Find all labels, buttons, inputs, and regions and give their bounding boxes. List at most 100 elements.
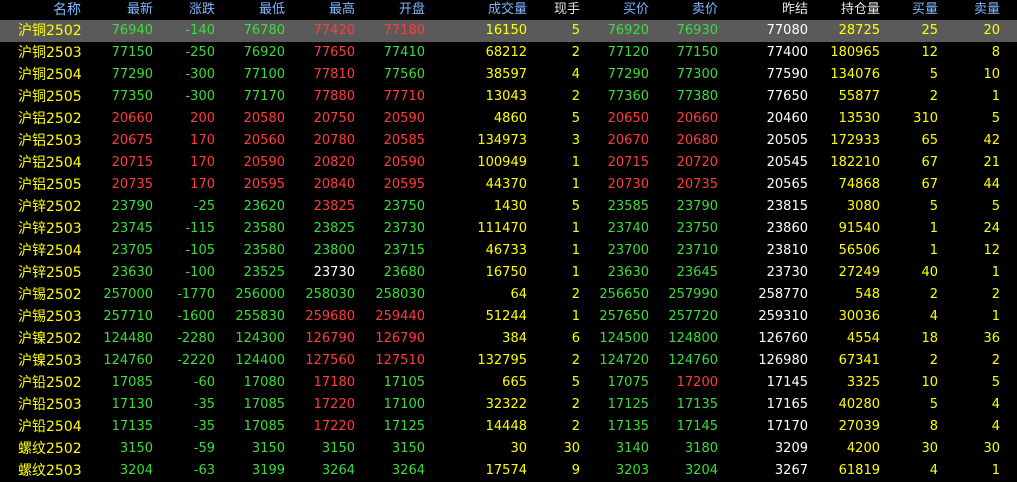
cell-prev-settle: 23810	[766, 243, 808, 258]
cell-high: 3150	[321, 441, 355, 456]
table-row[interactable]: 螺纹2502 3150 -59 3150 3150 3150 30 30 3140 3180 320…	[0, 438, 1017, 460]
cell-bid-vol: 2	[929, 353, 938, 368]
table-row[interactable]: 沪铝2505 20735 170 20595 20840 20595 44370 1 20730…	[0, 174, 1017, 196]
col-header-open[interactable]: 开盘	[355, 0, 425, 20]
cell-current-vol: 9	[571, 463, 580, 478]
cell-bid: 124720	[599, 353, 649, 368]
cell-prev-settle: 3267	[774, 463, 808, 478]
cell-bid-vol: 310	[913, 111, 938, 126]
table-row[interactable]: 沪镍2503 124760 -2220 124400 127560 127510 13279…	[0, 350, 1017, 372]
cell-ask: 124800	[668, 331, 718, 346]
table-row[interactable]: 沪锌2504 23705 -105 23580 23800 23715 46733 1 2370…	[0, 240, 1017, 262]
cell-prev-settle: 17145	[766, 375, 808, 390]
table-row[interactable]: 螺纹2503 3204 -63 3199 3264 3264 17574 9 3203 3204 3…	[0, 460, 1017, 482]
cell-open-interest: 67341	[838, 353, 880, 368]
cell-low: 124300	[235, 331, 285, 346]
table-row[interactable]: 沪锌2505 23630 -100 23525 23730 23680 16750 1 2363…	[0, 262, 1017, 284]
cell-bid: 17125	[607, 397, 649, 412]
cell-bid-vol: 5	[929, 397, 938, 412]
col-header-name[interactable]: 名称	[0, 0, 85, 20]
table-row[interactable]: 沪铜2502 76940 -140 76780 77420 77180 16150 5 7692…	[0, 20, 1017, 42]
cell-prev-settle: 3209	[774, 441, 808, 456]
cell-prev-settle: 20545	[766, 155, 808, 170]
cell-volume: 38597	[485, 67, 527, 82]
col-header-ask-vol[interactable]: 卖量	[938, 0, 1000, 20]
table-row[interactable]: 沪锡2502 257000 -1770 256000 258030 258030 64 2 25…	[0, 284, 1017, 306]
table-row[interactable]: 沪镍2502 124480 -2280 124300 126790 126790 384 6 1…	[0, 328, 1017, 350]
cell-low: 23620	[243, 199, 285, 214]
cell-volume: 51244	[485, 309, 527, 324]
cell-ask: 20720	[676, 155, 718, 170]
cell-ask: 3204	[684, 463, 718, 478]
cell-ask-vol: 36	[983, 331, 1000, 346]
table-row[interactable]: 沪铜2505 77350 -300 77170 77880 77710 13043 2 7736…	[0, 86, 1017, 108]
cell-current-vol: 6	[571, 331, 580, 346]
col-header-prev-settle[interactable]: 昨结	[718, 0, 808, 20]
cell-low: 3150	[251, 441, 285, 456]
cell-open: 3264	[391, 463, 425, 478]
cell-low: 76920	[243, 45, 285, 60]
cell-bid-vol: 4	[929, 463, 938, 478]
cell-last: 77350	[111, 89, 153, 104]
cell-change: 200	[190, 111, 215, 126]
col-header-bid-vol[interactable]: 买量	[880, 0, 938, 20]
cell-change: -300	[185, 89, 215, 104]
cell-high: 77810	[313, 67, 355, 82]
col-header-change[interactable]: 涨跌	[153, 0, 215, 20]
cell-open-interest: 61819	[838, 463, 880, 478]
cell-name: 沪铅2503	[18, 397, 82, 413]
cell-ask-vol: 20	[983, 23, 1000, 38]
col-header-current-vol[interactable]: 现手	[527, 0, 580, 20]
col-header-last[interactable]: 最新	[85, 0, 153, 20]
table-row[interactable]: 沪锡2503 257710 -1600 255830 259680 259440 51244…	[0, 306, 1017, 328]
cell-current-vol: 2	[571, 419, 580, 434]
col-header-volume[interactable]: 成交量	[425, 0, 527, 20]
cell-name: 沪锌2502	[18, 199, 82, 215]
cell-last: 20735	[111, 177, 153, 192]
table-row[interactable]: 沪铜2504 77290 -300 77100 77810 77560 38597 4 7729…	[0, 64, 1017, 86]
cell-name: 沪铅2504	[18, 419, 82, 435]
cell-open: 259440	[375, 309, 425, 324]
cell-volume: 665	[502, 375, 527, 390]
cell-high: 23825	[313, 199, 355, 214]
cell-prev-settle: 17165	[766, 397, 808, 412]
cell-open-interest: 172933	[830, 133, 880, 148]
table-row[interactable]: 沪铅2503 17130 -35 17085 17220 17100 32322 2 17125…	[0, 394, 1017, 416]
cell-name: 沪铝2504	[18, 155, 82, 171]
cell-low: 77170	[243, 89, 285, 104]
cell-bid: 77290	[607, 67, 649, 82]
table-row[interactable]: 沪铝2502 20660 200 20580 20750 20590 4860 5 20650 2…	[0, 108, 1017, 130]
cell-current-vol: 1	[571, 265, 580, 280]
cell-high: 20840	[313, 177, 355, 192]
col-header-high[interactable]: 最高	[285, 0, 355, 20]
col-header-open-interest[interactable]: 持仓量	[808, 0, 880, 20]
col-header-ask[interactable]: 卖价	[649, 0, 718, 20]
cell-open-interest: 548	[855, 287, 880, 302]
cell-last: 76940	[111, 23, 153, 38]
col-header-low[interactable]: 最低	[215, 0, 285, 20]
cell-name: 沪锌2505	[18, 265, 82, 281]
cell-ask-vol: 8	[991, 45, 1000, 60]
cell-change: -100	[185, 265, 215, 280]
cell-bid: 23585	[607, 199, 649, 214]
cell-low: 76780	[243, 23, 285, 38]
cell-ask: 23645	[676, 265, 718, 280]
cell-last: 3150	[119, 441, 153, 456]
table-row[interactable]: 沪铅2502 17085 -60 17080 17180 17105 665 5 17075 17…	[0, 372, 1017, 394]
cell-bid: 77360	[607, 89, 649, 104]
table-row[interactable]: 沪铝2503 20675 170 20560 20780 20585 134973 3 2067…	[0, 130, 1017, 152]
cell-current-vol: 1	[571, 221, 580, 236]
table-row[interactable]: 沪铅2504 17135 -35 17085 17220 17125 14448 2 17135…	[0, 416, 1017, 438]
table-row[interactable]: 沪铜2503 77150 -250 76920 77650 77410 68212 2 7712…	[0, 42, 1017, 64]
table-row[interactable]: 沪锌2502 23790 -25 23620 23825 23750 1430 5 23585 2…	[0, 196, 1017, 218]
cell-high: 17220	[313, 397, 355, 412]
cell-current-vol: 5	[571, 199, 580, 214]
cell-ask: 17145	[676, 419, 718, 434]
cell-name: 螺纹2502	[18, 441, 82, 457]
table-row[interactable]: 沪锌2503 23745 -115 23580 23825 23730 111470 1 237…	[0, 218, 1017, 240]
cell-bid: 20650	[607, 111, 649, 126]
cell-volume: 111470	[477, 221, 527, 236]
col-header-bid[interactable]: 买价	[580, 0, 649, 20]
table-row[interactable]: 沪铝2504 20715 170 20590 20820 20590 100949 1 2071…	[0, 152, 1017, 174]
cell-ask: 3180	[684, 441, 718, 456]
